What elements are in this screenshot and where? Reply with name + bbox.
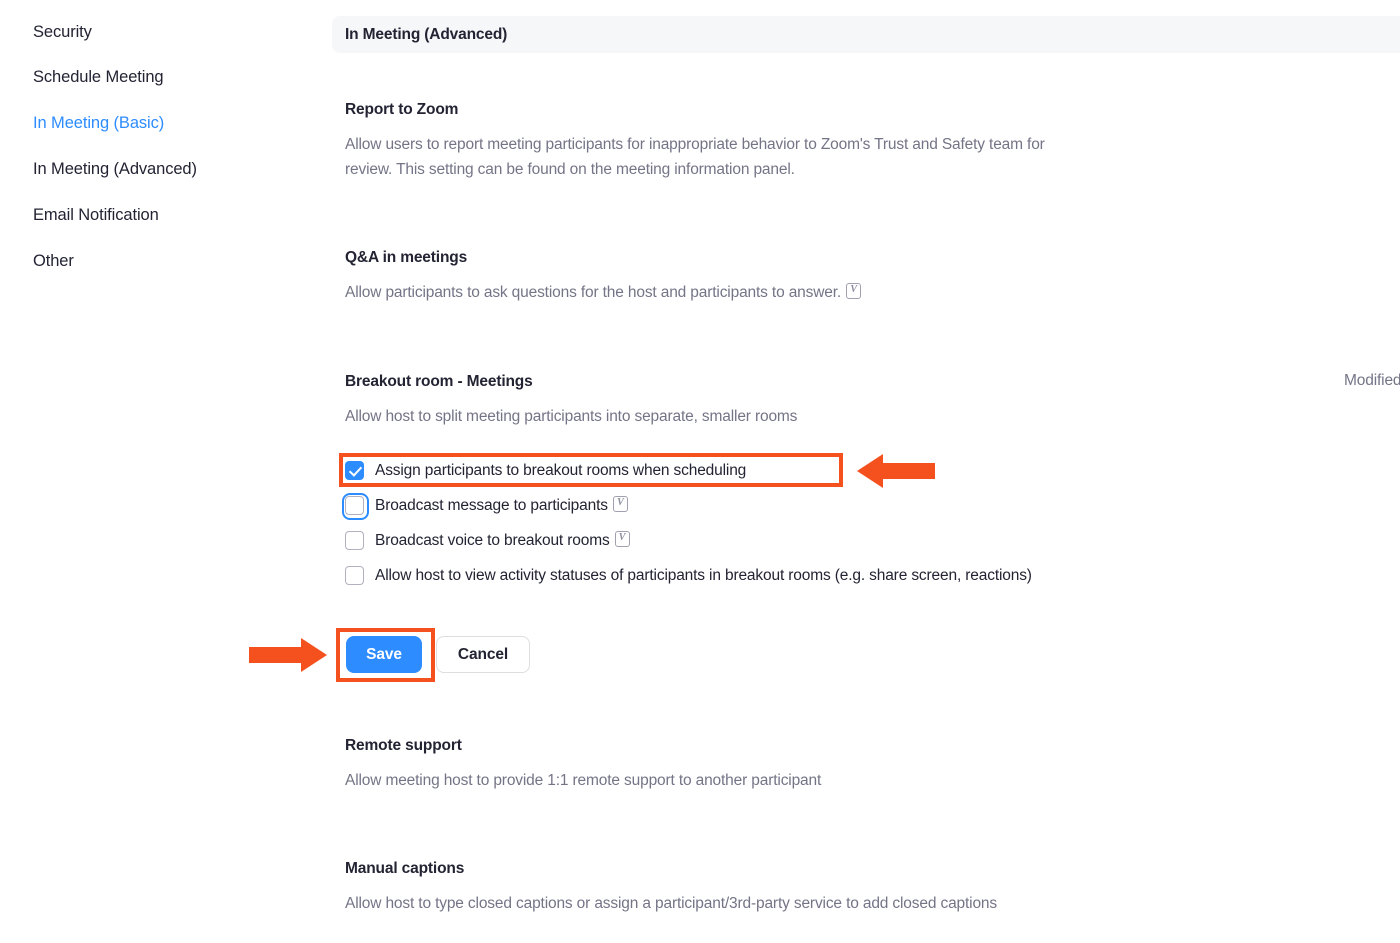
section-header-title: In Meeting (Advanced) [345, 25, 508, 43]
settings-page: Security Schedule Meeting In Meeting (Ba… [0, 0, 1400, 943]
checkbox-label: Assign participants to breakout rooms wh… [375, 462, 747, 479]
checkbox-label: Allow host to view activity statuses of … [375, 567, 1032, 584]
cancel-button[interactable]: Cancel [436, 636, 530, 673]
setting-title: Manual captions [345, 860, 465, 877]
setting-title: Remote support [345, 737, 462, 754]
setting-title: Breakout room - Meetings [345, 373, 533, 390]
settings-content: In Meeting (Advanced) Report to Zoom All… [332, 0, 1400, 943]
video-tutorial-icon[interactable] [846, 283, 862, 299]
checkbox-broadcast-voice[interactable] [345, 531, 364, 550]
sidebar-item-schedule-meeting[interactable]: Schedule Meeting [33, 67, 164, 87]
setting-title: Q&A in meetings [345, 249, 468, 266]
setting-description: Allow participants to ask questions for … [345, 280, 1085, 305]
setting-remote-support: Remote support Allow meeting host to pro… [345, 736, 1385, 793]
setting-qa-in-meetings: Q&A in meetings Allow participants to as… [345, 248, 1385, 305]
setting-report-to-zoom: Report to Zoom Allow users to report mee… [345, 100, 1385, 182]
setting-description: Allow host to split meeting participants… [345, 408, 798, 425]
setting-description: Allow users to report meeting participan… [345, 136, 1045, 178]
checkbox-row-broadcast-message[interactable]: Broadcast message to participants [342, 493, 628, 520]
checkbox-row-view-activity-statuses[interactable]: Allow host to view activity statuses of … [345, 564, 1135, 588]
focus-ring [342, 493, 369, 520]
video-tutorial-icon[interactable] [614, 531, 630, 547]
save-button[interactable]: Save [346, 636, 422, 673]
sidebar-item-security[interactable]: Security [33, 22, 92, 42]
checkbox-view-activity-statuses[interactable] [345, 566, 364, 585]
video-tutorial-icon[interactable] [612, 496, 628, 512]
setting-description-text: Allow participants to ask questions for … [345, 284, 842, 301]
checkbox-row-broadcast-voice[interactable]: Broadcast voice to breakout rooms [345, 529, 630, 552]
checkbox-broadcast-message[interactable] [342, 493, 369, 520]
sidebar-item-in-meeting-basic[interactable]: In Meeting (Basic) [33, 113, 164, 133]
setting-title: Report to Zoom [345, 101, 459, 118]
setting-description: Allow meeting host to provide 1:1 remote… [345, 772, 822, 789]
section-header: In Meeting (Advanced) [332, 16, 1400, 53]
sidebar-item-email-notification[interactable]: Email Notification [33, 205, 159, 225]
checkbox-assign-participants[interactable] [345, 461, 364, 480]
checkbox-label: Broadcast voice to breakout rooms [375, 529, 630, 552]
sidebar-item-in-meeting-advanced[interactable]: In Meeting (Advanced) [33, 159, 197, 179]
setting-description: Allow host to type closed captions or as… [345, 895, 998, 912]
status-badge-modified: Modified [1344, 372, 1400, 389]
checkbox-label-text: Broadcast voice to breakout rooms [375, 532, 610, 549]
setting-breakout-room: Breakout room - Meetings Allow host to s… [345, 372, 1385, 429]
checkbox-label: Broadcast message to participants [375, 494, 628, 517]
checkbox-label-text: Broadcast message to participants [375, 497, 608, 514]
settings-sidebar: Security Schedule Meeting In Meeting (Ba… [0, 0, 332, 943]
setting-manual-captions: Manual captions Allow host to type close… [345, 859, 1385, 916]
sidebar-item-other[interactable]: Other [33, 251, 74, 271]
checkbox-row-assign-participants[interactable]: Assign participants to breakout rooms wh… [345, 459, 746, 482]
